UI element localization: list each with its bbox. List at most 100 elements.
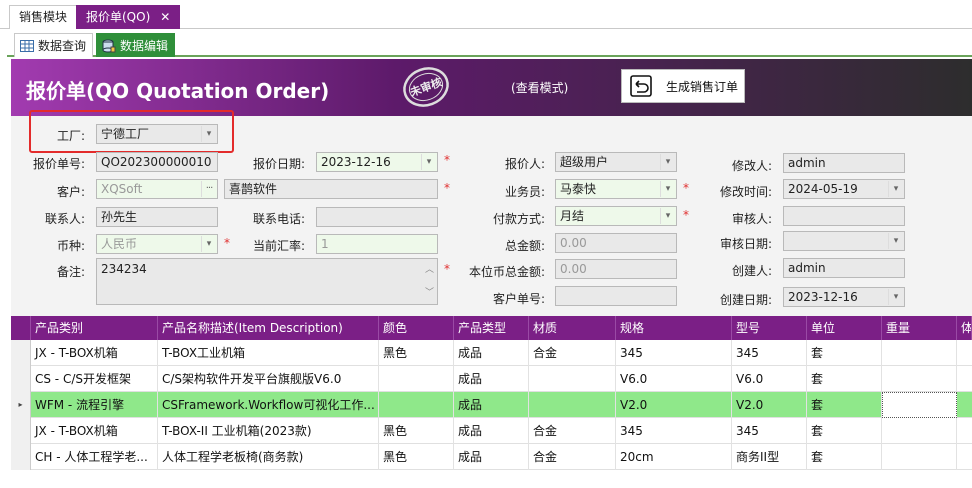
col-header[interactable]: 颜色 <box>379 316 454 340</box>
table-cell[interactable] <box>882 392 957 418</box>
base-total-field[interactable]: 0.00 <box>555 259 677 279</box>
create-date-field[interactable]: 2023-12-16 ▾ <box>783 287 905 307</box>
table-row[interactable]: ▸ WFM - 流程引擎 CSFramework.Workflow可视化工作... 成… <box>11 392 972 418</box>
payment-select[interactable]: 月结 ▾ <box>555 206 677 226</box>
audit-date-field[interactable]: ▾ <box>783 231 905 251</box>
table-cell[interactable]: 成品 <box>454 340 529 366</box>
col-header[interactable]: 产品名称描述(Item Description) <box>158 316 379 340</box>
table-cell[interactable]: 成品 <box>454 366 529 392</box>
table-cell[interactable]: 套 <box>807 366 882 392</box>
table-cell[interactable]: 套 <box>807 340 882 366</box>
col-header[interactable]: 材质 <box>529 316 616 340</box>
quoter-select[interactable]: 超级用户 ▾ <box>555 152 677 172</box>
ellipsis-icon[interactable]: ··· <box>201 181 216 197</box>
table-cell[interactable]: 345 <box>616 418 732 444</box>
table-cell[interactable]: 345 <box>616 340 732 366</box>
table-cell[interactable]: 黑色 <box>379 444 454 470</box>
table-cell[interactable]: 黑色 <box>379 340 454 366</box>
table-cell[interactable]: 套 <box>807 392 882 418</box>
table-cell[interactable]: 成品 <box>454 418 529 444</box>
table-cell[interactable]: 345 <box>732 418 807 444</box>
table-cell[interactable] <box>882 444 957 470</box>
table-cell[interactable]: C/S架构软件开发平台旗舰版V6.0 <box>158 366 379 392</box>
scroll-down-icon[interactable]: ﹀ <box>425 284 434 302</box>
chevron-down-icon[interactable]: ▾ <box>888 181 903 197</box>
row-indicator[interactable] <box>11 366 31 392</box>
table-cell[interactable]: 商务II型 <box>732 444 807 470</box>
scroll-up-icon[interactable]: ︿ <box>425 261 434 279</box>
table-cell[interactable]: JX - T-BOX机箱 <box>31 340 158 366</box>
customer-code-field[interactable]: XQSoft ··· <box>96 179 218 199</box>
auditor-field[interactable] <box>783 206 905 226</box>
table-cell[interactable] <box>882 366 957 392</box>
table-row[interactable]: CH - 人体工程学老... 人体工程学老板椅(商务款) 黑色 成品 合金 20cm 商务I… <box>11 444 972 470</box>
table-cell[interactable]: V6.0 <box>732 366 807 392</box>
col-header[interactable]: 重量 <box>882 316 957 340</box>
table-cell[interactable]: 成品 <box>454 444 529 470</box>
row-indicator[interactable] <box>11 418 31 444</box>
table-cell[interactable] <box>529 366 616 392</box>
table-cell[interactable]: 人体工程学老板椅(商务款) <box>158 444 379 470</box>
table-row[interactable]: CS - C/S开发框架 C/S架构软件开发平台旗舰版V6.0 成品 V6.0 V6.0… <box>11 366 972 392</box>
quote-no-field[interactable]: QO202300000010 <box>96 152 218 172</box>
table-cell[interactable] <box>379 392 454 418</box>
table-cell[interactable]: 套 <box>807 418 882 444</box>
table-cell[interactable]: V2.0 <box>616 392 732 418</box>
close-icon[interactable]: ✕ <box>160 10 170 24</box>
currency-select[interactable]: 人民币 ▾ <box>96 234 218 254</box>
modifier-field[interactable]: admin <box>783 153 905 173</box>
tab-quotation[interactable]: 报价单(QO) ✕ <box>76 5 181 29</box>
table-cell[interactable]: CSFramework.Workflow可视化工作... <box>158 392 379 418</box>
col-header[interactable]: 体 <box>957 316 972 340</box>
table-cell[interactable]: V6.0 <box>616 366 732 392</box>
quote-date-field[interactable]: 2023-12-16 ▾ <box>316 152 438 172</box>
chevron-down-icon[interactable]: ▾ <box>660 208 675 224</box>
total-field[interactable]: 0.00 <box>555 233 677 253</box>
row-indicator[interactable]: ▸ <box>11 392 31 418</box>
remark-textarea[interactable]: 234234 ︿ ﹀ <box>96 258 438 305</box>
table-cell[interactable] <box>379 366 454 392</box>
table-cell[interactable] <box>882 340 957 366</box>
table-row[interactable]: JX - T-BOX机箱 T-BOX工业机箱 黑色 成品 合金 345 345 套 <box>11 340 972 366</box>
table-cell[interactable]: CS - C/S开发框架 <box>31 366 158 392</box>
col-header[interactable]: 规格 <box>616 316 732 340</box>
table-cell[interactable]: 合金 <box>529 340 616 366</box>
col-header[interactable]: 产品类型 <box>454 316 529 340</box>
table-cell[interactable]: 20cm <box>616 444 732 470</box>
chevron-down-icon[interactable]: ▾ <box>201 236 216 252</box>
chevron-down-icon[interactable]: ▾ <box>660 154 675 170</box>
modify-time-field[interactable]: 2024-05-19 ▾ <box>783 179 905 199</box>
contact-field[interactable]: 孙先生 <box>96 207 218 227</box>
table-cell[interactable] <box>882 418 957 444</box>
row-indicator[interactable] <box>11 444 31 470</box>
table-cell[interactable]: 黑色 <box>379 418 454 444</box>
table-cell[interactable]: CH - 人体工程学老... <box>31 444 158 470</box>
row-indicator[interactable] <box>11 340 31 366</box>
table-row[interactable]: JX - T-BOX机箱 T-BOX-II 工业机箱(2023款) 黑色 成品 合金 34… <box>11 418 972 444</box>
customer-name-field[interactable]: 喜鹊软件 <box>224 179 438 199</box>
rate-field[interactable]: 1 <box>316 234 438 254</box>
table-cell[interactable]: T-BOX工业机箱 <box>158 340 379 366</box>
creator-field[interactable]: admin <box>783 258 905 278</box>
chevron-down-icon[interactable]: ▾ <box>421 154 436 170</box>
generate-sales-order-button[interactable]: 生成销售订单 <box>621 69 745 103</box>
customer-order-field[interactable] <box>555 286 677 306</box>
tab-data-edit[interactable]: 数据编辑 <box>96 33 176 57</box>
col-header[interactable]: 单位 <box>807 316 882 340</box>
table-cell[interactable]: 345 <box>732 340 807 366</box>
table-cell[interactable]: 合金 <box>529 444 616 470</box>
table-cell[interactable]: WFM - 流程引擎 <box>31 392 158 418</box>
chevron-down-icon[interactable]: ▾ <box>888 289 903 305</box>
table-cell[interactable]: 成品 <box>454 392 529 418</box>
table-cell[interactable]: 合金 <box>529 418 616 444</box>
table-cell[interactable] <box>529 392 616 418</box>
table-cell[interactable]: JX - T-BOX机箱 <box>31 418 158 444</box>
col-header[interactable]: 型号 <box>732 316 807 340</box>
table-cell[interactable]: V2.0 <box>732 392 807 418</box>
chevron-down-icon[interactable]: ▾ <box>888 233 903 249</box>
col-header[interactable]: 产品类别 <box>31 316 158 340</box>
tab-sales-module[interactable]: 销售模块 <box>9 5 78 29</box>
phone-field[interactable] <box>316 207 438 227</box>
table-cell[interactable]: T-BOX-II 工业机箱(2023款) <box>158 418 379 444</box>
table-cell[interactable]: 套 <box>807 444 882 470</box>
